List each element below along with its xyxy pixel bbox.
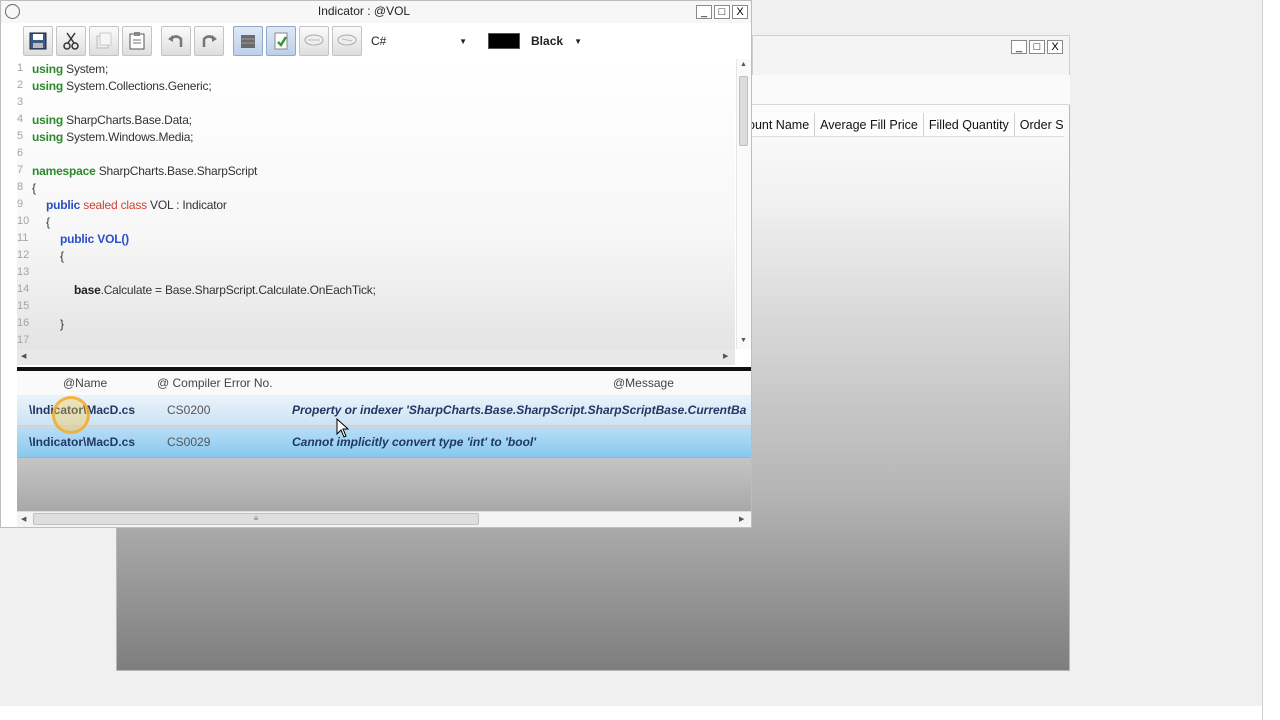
orders-close-button[interactable]: X: [1047, 40, 1063, 54]
code-line: base.Calculate = Base.SharpScript.Calcul…: [74, 283, 376, 297]
code-line: {: [60, 249, 64, 263]
column-message[interactable]: @Message: [613, 376, 674, 390]
build-icon[interactable]: [233, 26, 263, 56]
close-button[interactable]: X: [732, 5, 748, 19]
code-line: namespace SharpCharts.Base.SharpScript: [32, 164, 258, 178]
indicator-editor-window: Indicator : @VOL _ □ X C# ▼ Black ▼ 1 2 …: [0, 0, 752, 528]
code-line: using SharpCharts.Base.Data;: [32, 113, 192, 127]
error-list-header: @Name @ Compiler Error No. @Message: [17, 371, 751, 395]
scroll-right-icon[interactable]: ▶: [723, 352, 728, 360]
code-line: {: [32, 181, 36, 195]
code-scroll-thumb[interactable]: [739, 76, 748, 146]
line-number: 11: [17, 232, 29, 244]
maximize-button[interactable]: □: [714, 5, 730, 19]
comment-icon[interactable]: [299, 26, 329, 56]
code-line: public VOL(): [60, 232, 129, 246]
column-account-name[interactable]: ount Name: [752, 113, 816, 136]
error-file: \Indicator\MacD.cs: [29, 435, 136, 449]
uncomment-icon[interactable]: [332, 26, 362, 56]
click-highlight: [52, 396, 90, 434]
column-average-fill-price[interactable]: Average Fill Price: [815, 113, 924, 136]
undo-icon[interactable]: [161, 26, 191, 56]
code-line: public sealed class VOL : Indicator: [46, 198, 227, 212]
desktop-edge-bottom: [0, 706, 1262, 720]
line-number: 12: [17, 249, 30, 261]
scroll-left-icon[interactable]: ◀: [21, 352, 26, 360]
color-swatch: [488, 33, 520, 49]
line-number: 13: [17, 266, 30, 278]
copy-icon[interactable]: [89, 26, 119, 56]
paste-icon[interactable]: [122, 26, 152, 56]
mouse-cursor-icon: [336, 417, 350, 441]
editor-toolbar: C# ▼ Black ▼: [17, 23, 751, 59]
line-number: 1: [17, 62, 24, 74]
line-number: 7: [17, 164, 24, 176]
line-number: 8: [17, 181, 24, 193]
line-number: 5: [17, 130, 24, 142]
line-number: 4: [17, 113, 24, 125]
chevron-down-icon: ▼: [574, 36, 582, 46]
save-icon[interactable]: [23, 26, 53, 56]
language-value: C#: [371, 34, 387, 48]
code-line: using System.Windows.Media;: [32, 130, 194, 144]
table-row[interactable]: \Indicator\MacD.cs CS0029 Cannot implici…: [17, 427, 751, 458]
scroll-right-icon[interactable]: ▶: [739, 515, 744, 523]
column-order-status[interactable]: Order S: [1015, 113, 1064, 136]
error-code: CS0200: [167, 403, 211, 417]
line-number: 3: [17, 96, 24, 108]
column-filled-quantity[interactable]: Filled Quantity: [924, 113, 1015, 136]
scroll-down-icon[interactable]: ▼: [740, 337, 747, 344]
line-number: 17: [17, 334, 30, 346]
column-name[interactable]: @Name: [63, 376, 107, 390]
editor-titlebar[interactable]: Indicator : @VOL _ □ X: [1, 1, 751, 23]
orders-maximize-button[interactable]: □: [1029, 40, 1045, 54]
code-line: {: [46, 215, 50, 229]
error-list-scroll-thumb[interactable]: ≡: [33, 513, 479, 525]
color-dropdown[interactable]: Black ▼: [476, 30, 588, 52]
cut-icon[interactable]: [56, 26, 86, 56]
minimize-button[interactable]: _: [696, 5, 712, 19]
line-number: 10: [17, 215, 30, 227]
color-name: Black: [531, 34, 564, 48]
table-row[interactable]: \Indicator\MacD.cs CS0200 Property or in…: [17, 395, 751, 426]
line-number: 16: [17, 317, 30, 329]
orders-grid-header: ount Name Average Fill Price Filled Quan…: [752, 113, 1064, 137]
line-number: 9: [17, 198, 24, 210]
chevron-down-icon: ▼: [459, 36, 467, 46]
error-message: Property or indexer 'SharpCharts.Base.Sh…: [292, 403, 747, 417]
language-dropdown[interactable]: C# ▼: [365, 30, 473, 52]
error-message: Cannot implicitly convert type 'int' to …: [292, 435, 537, 449]
line-number: 2: [17, 79, 24, 91]
orders-window-titlebar: _ □ X: [752, 35, 1070, 75]
error-code: CS0029: [167, 435, 211, 449]
code-line: using System;: [32, 62, 109, 76]
line-number: 14: [17, 283, 30, 295]
redo-icon[interactable]: [194, 26, 224, 56]
code-horizontal-scrollbar[interactable]: ◀ ▶: [17, 349, 735, 365]
compile-icon[interactable]: [266, 26, 296, 56]
error-list: \Indicator\MacD.cs CS0200 Property or in…: [17, 395, 751, 511]
scroll-left-icon[interactable]: ◀: [21, 515, 26, 523]
line-number: 15: [17, 300, 30, 312]
scroll-up-icon[interactable]: ▲: [740, 61, 747, 68]
code-editor[interactable]: 1 2 3 4 5 6 7 8 9 10 11 12 13 14 15 16 1…: [17, 59, 735, 349]
code-line: using System.Collections.Generic;: [32, 79, 212, 93]
window-title: Indicator : @VOL: [317, 4, 411, 18]
line-number: 6: [17, 147, 24, 159]
desktop-edge: [1262, 0, 1280, 720]
orders-tabstrip: [752, 75, 1070, 105]
code-line: }: [60, 317, 64, 331]
column-error-no[interactable]: @ Compiler Error No.: [157, 376, 273, 390]
orders-minimize-button[interactable]: _: [1011, 40, 1027, 54]
